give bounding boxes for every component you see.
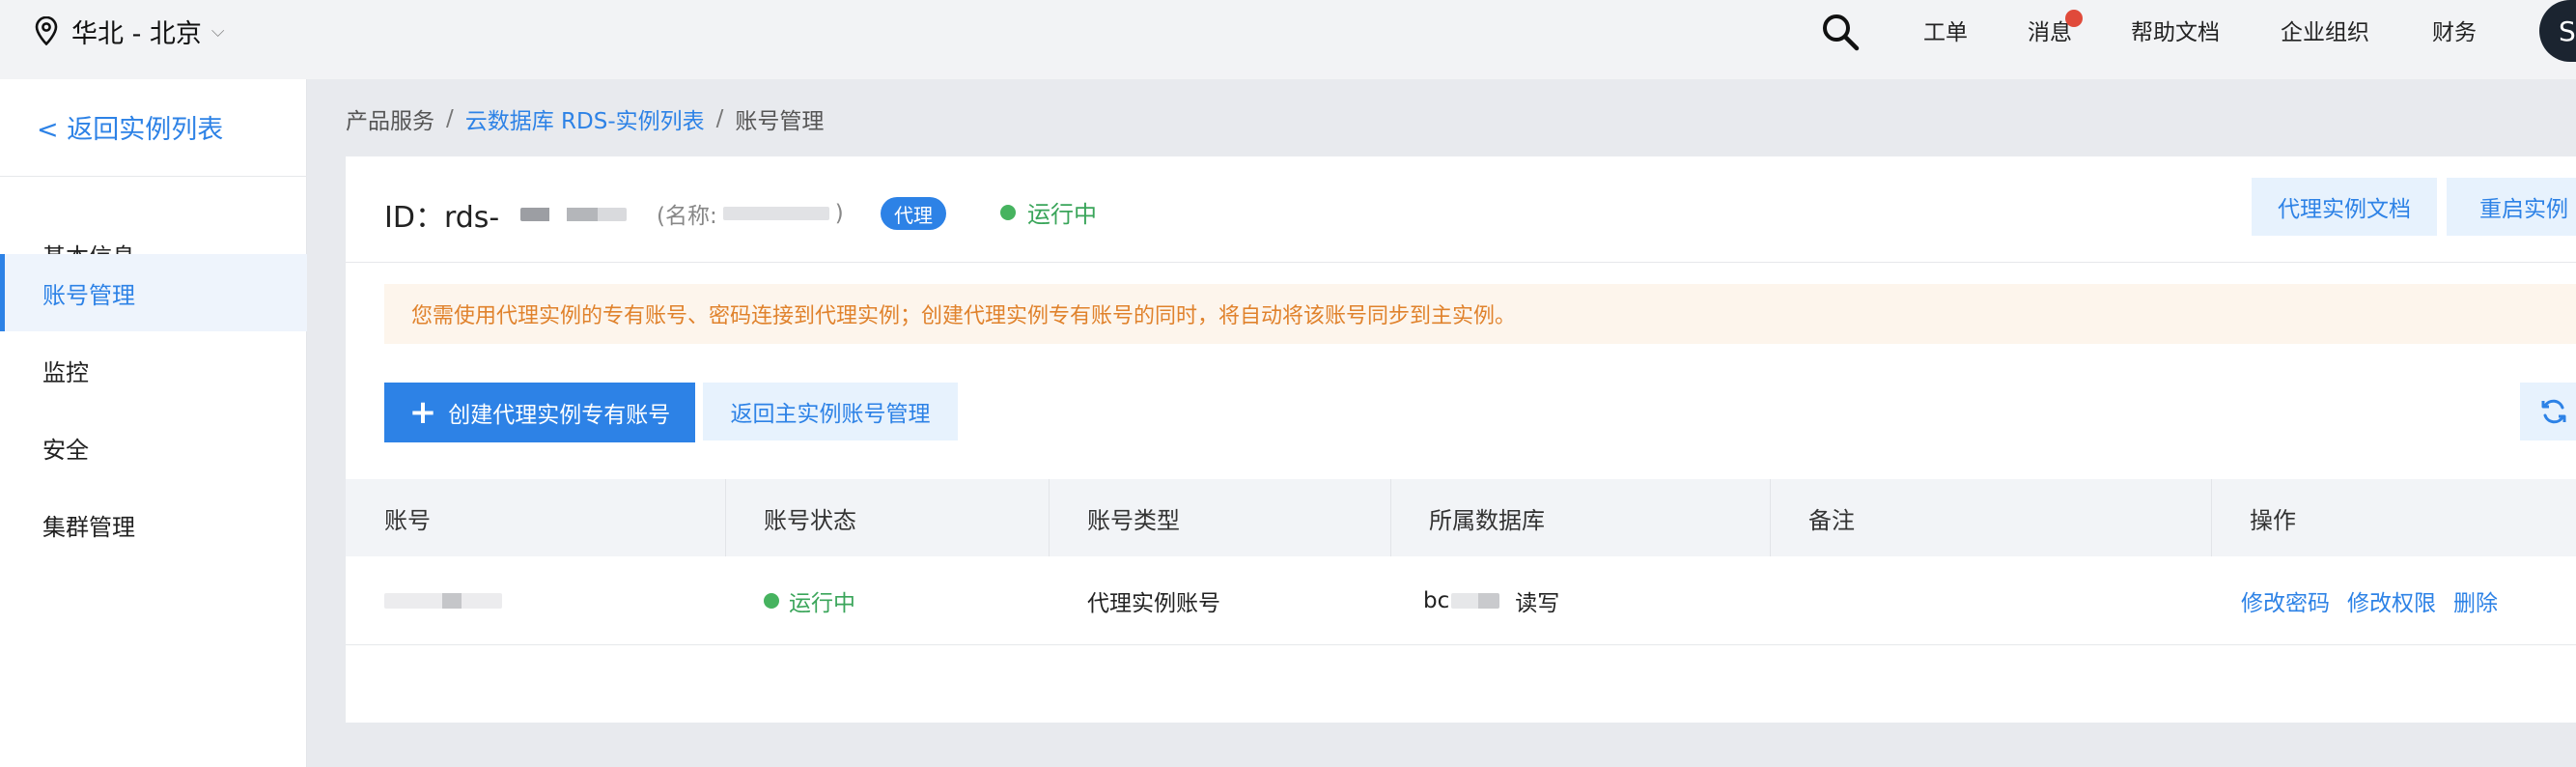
breadcrumb-separator: / (446, 106, 454, 131)
col-account-type: 账号类型 (1087, 506, 1180, 534)
content-card: ID：rds- (名称: ) 代理 运行中 代理实例文档 重启实例 您需使用代理… (346, 156, 2576, 723)
table-header: 账号 账号状态 账号类型 所属数据库 备注 操作 (346, 479, 2576, 556)
search-icon[interactable] (1820, 12, 1861, 52)
restart-instance-button[interactable]: 重启实例 (2447, 178, 2576, 236)
return-main-account-button[interactable]: 返回主实例账号管理 (703, 383, 958, 440)
notice-banner: 您需使用代理实例的专有账号、密码连接到代理实例；创建代理实例专有账号的同时，将自… (384, 284, 2576, 344)
redacted-name (722, 207, 829, 220)
nav-ticket[interactable]: 工单 (1923, 14, 1968, 48)
redacted-account-name (384, 593, 502, 609)
database-permission: 读写 (1515, 591, 1560, 616)
col-account-status: 账号状态 (764, 506, 856, 534)
account-status-cell: 运行中 (764, 556, 855, 645)
sidebar-item-account-management[interactable]: 账号管理 (0, 254, 307, 331)
create-proxy-account-button[interactable]: + 创建代理实例专有账号 (384, 383, 695, 442)
actions-cell: 修改密码 修改权限 删除 (2241, 556, 2515, 645)
account-name-cell (384, 556, 502, 645)
breadcrumb-instance-list[interactable]: 云数据库 RDS-实例列表 (465, 102, 705, 135)
nav-finance[interactable]: 财务 (2432, 14, 2477, 48)
create-proxy-account-label: 创建代理实例专有账号 (448, 403, 671, 428)
avatar[interactable]: S (2539, 0, 2576, 62)
account-status-text: 运行中 (789, 591, 855, 616)
top-bar: 华北 - 北京 ⌵ 工单 消息 帮助文档 企业组织 财务 S (0, 0, 2576, 79)
plus-icon: + (408, 393, 437, 432)
account-type-cell: 代理实例账号 (1087, 591, 1220, 616)
status-dot (764, 593, 779, 609)
instance-id: ID：rds- (384, 193, 628, 236)
region-label: 华北 - 北京 (71, 18, 202, 49)
proxy-instance-docs-button[interactable]: 代理实例文档 (2252, 178, 2437, 236)
sidebar-item-cluster-management[interactable]: 集群管理 (0, 486, 307, 563)
instance-status: 运行中 (1000, 195, 1097, 229)
col-account: 账号 (384, 506, 431, 534)
col-actions: 操作 (2250, 506, 2296, 534)
breadcrumb-current: 账号管理 (735, 109, 825, 134)
redacted-id (520, 208, 628, 221)
table-row: 运行中 代理实例账号 bc 读写 修改密码 修改权限 删除 (346, 556, 2576, 645)
sidebar-item-monitoring[interactable]: 监控 (0, 331, 307, 409)
database-name-prefix: bc (1423, 588, 1450, 613)
proxy-badge: 代理 (881, 197, 946, 230)
avatar-initial: S (2559, 14, 2576, 47)
redacted-database-name (1451, 593, 1500, 609)
nav-enterprise-org[interactable]: 企业组织 (2281, 14, 2369, 48)
col-remark: 备注 (1808, 506, 1855, 534)
instance-id-prefix: ID：rds- (384, 201, 500, 235)
sidebar-divider (0, 176, 307, 177)
refresh-button[interactable] (2520, 383, 2576, 440)
change-password-link[interactable]: 修改密码 (2241, 584, 2330, 617)
instance-name-suffix: ) (834, 201, 844, 226)
delete-link[interactable]: 删除 (2453, 584, 2498, 617)
database-cell: bc 读写 (1423, 556, 1559, 645)
region-selector[interactable]: 华北 - 北京 ⌵ (35, 12, 225, 50)
unread-badge (2065, 10, 2083, 27)
change-permissions-link[interactable]: 修改权限 (2347, 584, 2436, 617)
status-dot (1000, 204, 1016, 220)
col-database: 所属数据库 (1429, 506, 1545, 534)
refresh-icon (2541, 399, 2566, 424)
sidebar-item-security[interactable]: 安全 (0, 409, 307, 486)
breadcrumb-separator: / (715, 106, 724, 131)
instance-header: ID：rds- (名称: ) 代理 运行中 代理实例文档 重启实例 (346, 156, 2576, 263)
instance-name: (名称: ) (657, 197, 844, 230)
breadcrumb: 产品服务 / 云数据库 RDS-实例列表 / 账号管理 (346, 102, 824, 135)
nav-help-docs[interactable]: 帮助文档 (2131, 14, 2220, 48)
instance-status-text: 运行中 (1027, 201, 1097, 228)
location-pin-icon (35, 16, 58, 45)
sidebar: < 返回实例列表 基本信息 账号管理 监控 安全 集群管理 (0, 79, 307, 767)
breadcrumb-root[interactable]: 产品服务 (346, 102, 434, 135)
chevron-down-icon: ⌵ (210, 20, 225, 42)
instance-name-prefix: (名称: (657, 204, 717, 229)
back-to-instance-list-link[interactable]: < 返回实例列表 (37, 108, 223, 146)
